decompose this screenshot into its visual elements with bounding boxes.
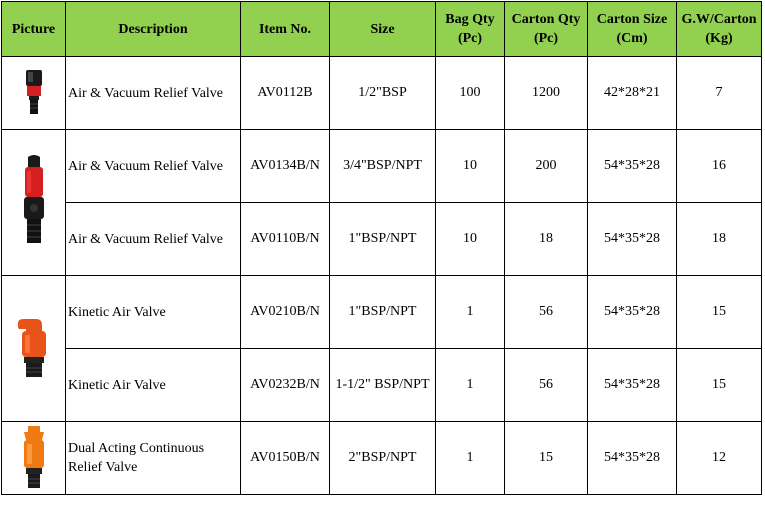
gw-cell: 7 [676, 56, 762, 130]
header-size: Size [329, 1, 436, 57]
size-cell: 1/2"BSP [329, 56, 436, 130]
picture-cell [1, 129, 66, 276]
description-cell: Air & Vacuum Relief Valve [65, 202, 241, 276]
table-row: Kinetic Air Valve AV0232B/N 1-1/2" BSP/N… [2, 348, 762, 422]
black-red-small-valve-icon [25, 70, 42, 114]
item-no-cell: AV0112B [240, 56, 330, 130]
description-cell: Dual Acting Continuous Relief Valve [65, 421, 241, 495]
gw-cell: 18 [676, 202, 762, 276]
table-row: Kinetic Air Valve AV0210B/N 1"BSP/NPT 1 … [1, 275, 762, 422]
gw-cell: 16 [676, 129, 762, 203]
header-picture: Picture [1, 1, 66, 57]
header-item-no: Item No. [240, 1, 330, 57]
black-red-tall-valve-icon [23, 154, 44, 243]
carton-size-cell: 54*35*28 [587, 275, 677, 349]
carton-size-cell: 54*35*28 [587, 421, 677, 495]
description-cell: Air & Vacuum Relief Valve [65, 56, 241, 130]
item-no-cell: AV0150B/N [240, 421, 330, 495]
table-header-row: Picture Description Item No. Size Bag Qt… [1, 1, 762, 57]
size-cell: 2"BSP/NPT [329, 421, 436, 495]
bag-qty-cell: 1 [435, 348, 505, 422]
description-cell: Kinetic Air Valve [65, 275, 241, 349]
gw-cell: 12 [676, 421, 762, 495]
item-no-cell: AV0210B/N [240, 275, 330, 349]
table-row: Air & Vacuum Relief Valve AV0110B/N 1"BS… [2, 202, 762, 276]
orange-kinetic-valve-icon [17, 318, 46, 377]
size-cell: 1"BSP/NPT [329, 202, 436, 276]
bag-qty-cell: 1 [435, 275, 505, 349]
size-cell: 3/4"BSP/NPT [329, 129, 436, 203]
table-row: Dual Acting Continuous Relief Valve AV01… [1, 421, 762, 495]
carton-size-cell: 42*28*21 [587, 56, 677, 130]
carton-qty-cell: 200 [504, 129, 588, 203]
header-carton-qty: Carton Qty (Pc) [504, 1, 588, 57]
carton-qty-cell: 15 [504, 421, 588, 495]
product-spec-table: Picture Description Item No. Size Bag Qt… [1, 1, 762, 495]
gw-cell: 15 [676, 348, 762, 422]
header-gw-carton: G.W/Carton (Kg) [676, 1, 762, 57]
orange-dual-valve-icon [23, 426, 44, 488]
table-row: Air & Vacuum Relief Valve AV0112B 1/2"BS… [1, 56, 762, 130]
carton-qty-cell: 56 [504, 275, 588, 349]
picture-cell [1, 275, 66, 422]
header-bag-qty: Bag Qty (Pc) [435, 1, 505, 57]
size-cell: 1"BSP/NPT [329, 275, 436, 349]
table-row: Air & Vacuum Relief Valve AV0134B/N 3/4"… [1, 129, 762, 276]
description-cell: Kinetic Air Valve [65, 348, 241, 422]
carton-qty-cell: 56 [504, 348, 588, 422]
size-cell: 1-1/2" BSP/NPT [329, 348, 436, 422]
header-carton-size: Carton Size (Cm) [587, 1, 677, 57]
bag-qty-cell: 1 [435, 421, 505, 495]
description-cell: Air & Vacuum Relief Valve [65, 129, 241, 203]
carton-size-cell: 54*35*28 [587, 348, 677, 422]
gw-cell: 15 [676, 275, 762, 349]
item-no-cell: AV0134B/N [240, 129, 330, 203]
carton-qty-cell: 1200 [504, 56, 588, 130]
bag-qty-cell: 100 [435, 56, 505, 130]
picture-cell [1, 56, 66, 130]
bag-qty-cell: 10 [435, 202, 505, 276]
carton-size-cell: 54*35*28 [587, 202, 677, 276]
carton-size-cell: 54*35*28 [587, 129, 677, 203]
bag-qty-cell: 10 [435, 129, 505, 203]
carton-qty-cell: 18 [504, 202, 588, 276]
picture-cell [1, 421, 66, 495]
item-no-cell: AV0232B/N [240, 348, 330, 422]
header-description: Description [65, 1, 241, 57]
item-no-cell: AV0110B/N [240, 202, 330, 276]
